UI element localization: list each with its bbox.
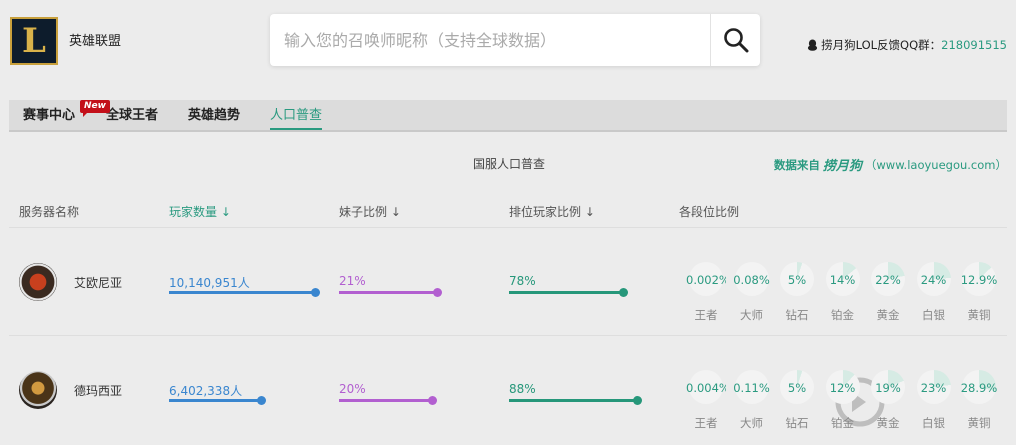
tab-events[interactable]: 赛事中心: [23, 100, 75, 130]
server-name: 艾欧尼亚: [74, 276, 123, 290]
data-source: 数据来自 捞月狗 （www.laoyuegou.com）: [773, 155, 1007, 175]
tier-value: 0.004%: [686, 381, 726, 395]
tier-value: 24%: [920, 273, 947, 287]
server-icon-demacia: [19, 371, 57, 409]
tab-hero-trends[interactable]: 英雄趋势: [188, 100, 240, 130]
tier-value: 19%: [875, 381, 901, 395]
qq-number[interactable]: 218091515: [941, 38, 1007, 52]
ranked-bar: [509, 291, 623, 294]
ranked-bar: [509, 399, 638, 402]
female-bar-dot: [432, 288, 442, 297]
tier-label: 大师: [740, 416, 763, 430]
new-badge: New: [80, 100, 110, 117]
qq-icon: [807, 39, 818, 51]
player-bar-dot: [311, 288, 320, 297]
col-ranked-ratio[interactable]: 排位玩家比例 ↓: [509, 203, 595, 220]
tier-label: 黄金: [876, 308, 900, 322]
player-bar: [169, 291, 315, 294]
tier-label: 王者: [694, 416, 718, 430]
tier-value: 28.9%: [960, 381, 998, 395]
ranked-ratio: 78%: [509, 274, 536, 288]
tier-value: 22%: [875, 273, 901, 287]
col-player-count[interactable]: 玩家数量 ↓: [169, 203, 231, 220]
search-button[interactable]: [710, 14, 760, 66]
player-bar: [169, 399, 261, 402]
tier-label: 黄铜: [967, 416, 991, 430]
search-icon: [723, 28, 748, 53]
tier-label: 黄铜: [967, 308, 991, 322]
tier-label: 钻石: [785, 416, 809, 430]
source-url[interactable]: （www.laoyuegou.com）: [865, 157, 1007, 173]
row-divider: [9, 335, 1007, 336]
tier-label: 铂金: [831, 308, 854, 322]
row-divider: [9, 227, 1007, 228]
tier-value: 0.002%: [686, 273, 726, 287]
female-bar: [339, 291, 437, 294]
player-count: 10,140,951人: [169, 276, 250, 290]
female-ratio: 21%: [339, 274, 366, 288]
tier-label: 铂金: [831, 416, 854, 430]
tier-label: 白银: [922, 308, 945, 322]
tier-label: 白银: [922, 416, 945, 430]
qq-label: 捞月狗LOL反馈QQ群：: [821, 38, 942, 52]
tier-value: 5%: [787, 381, 807, 395]
panel-title: 国服人口普查: [473, 157, 546, 171]
col-tier-distribution: 各段位比例: [679, 205, 740, 219]
player-count: 6,402,338人: [169, 384, 243, 398]
player-bar-dot: [256, 396, 266, 405]
search-box: [270, 14, 760, 66]
qq-feedback: 捞月狗LOL反馈QQ群： 218091515: [807, 37, 1007, 53]
col-female-ratio[interactable]: 妹子比例 ↓: [339, 203, 401, 220]
tier-value: 12%: [829, 381, 856, 395]
source-brand-logo[interactable]: 捞月狗: [823, 155, 862, 174]
site-title[interactable]: 英雄联盟: [69, 30, 121, 49]
header: L 英雄联盟 捞月狗LOL反馈QQ群：218091515: [0, 0, 1016, 88]
server-icon-ionia: [19, 263, 57, 301]
tier-label: 黄金: [876, 416, 900, 430]
source-label: 数据来自: [773, 157, 820, 172]
female-bar-dot: [428, 396, 438, 405]
ranked-bar-dot: [633, 396, 643, 405]
tier-value: 5%: [787, 273, 807, 287]
col-server-name: 服务器名称: [19, 205, 80, 219]
nav-bar: 赛事中心 全球王者 英雄趋势 人口普查: [9, 100, 1007, 132]
logo-letter: L: [22, 21, 46, 61]
female-bar: [339, 399, 433, 402]
tier-value: 14%: [829, 273, 856, 287]
tier-label: 大师: [740, 308, 763, 322]
female-ratio: 20%: [339, 382, 366, 396]
tab-global-kings[interactable]: 全球王者: [106, 100, 158, 130]
ranked-ratio: 88%: [509, 382, 536, 396]
lol-logo[interactable]: L: [10, 17, 58, 65]
tier-value: 23%: [920, 381, 947, 395]
tier-value: 0.08%: [733, 273, 770, 287]
tier-value: 12.9%: [960, 273, 998, 287]
search-input[interactable]: [270, 14, 710, 66]
server-name: 德玛西亚: [74, 384, 123, 398]
tier-value: 0.11%: [733, 381, 770, 395]
tab-census[interactable]: 人口普查: [270, 100, 323, 130]
tier-label: 王者: [694, 308, 718, 322]
tier-label: 钻石: [785, 308, 809, 322]
ranked-bar-dot: [618, 288, 628, 297]
